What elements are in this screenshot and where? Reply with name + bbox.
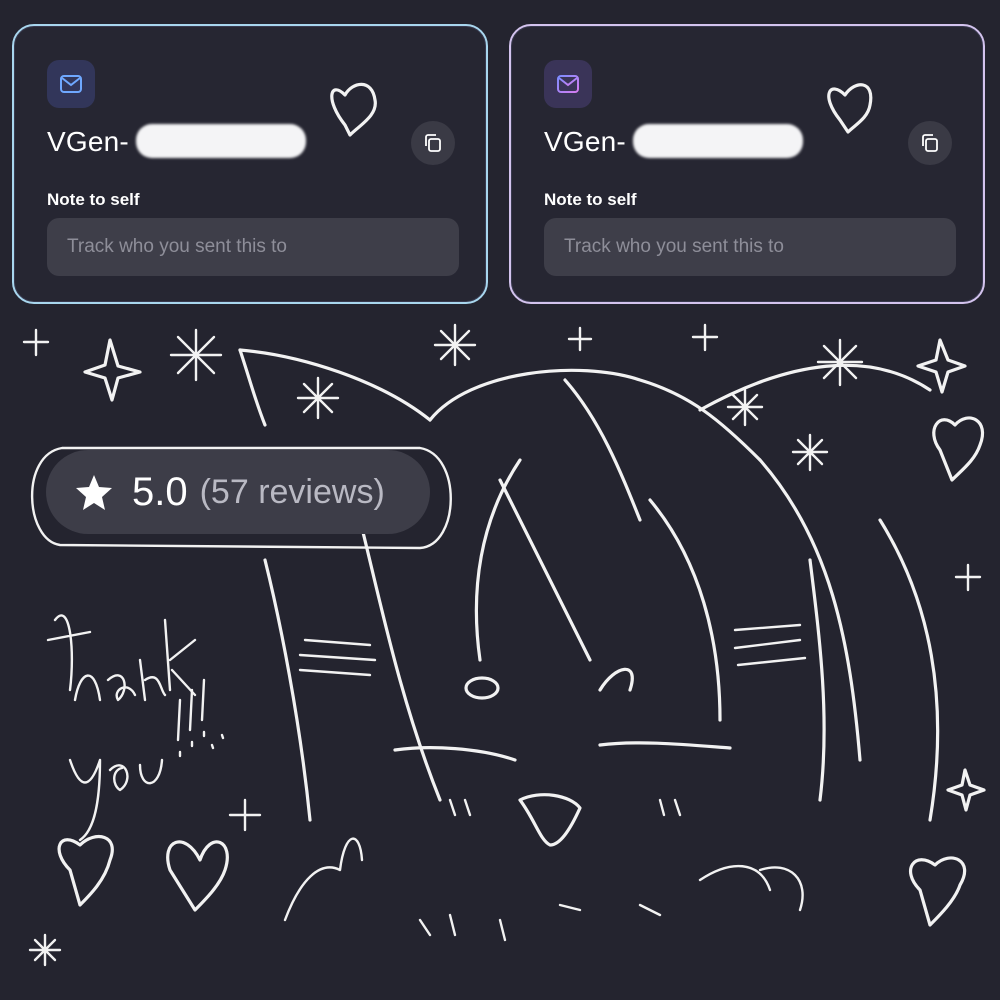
- mail-icon: [47, 60, 95, 108]
- head-outline: [428, 368, 762, 462]
- sparkle: [726, 388, 764, 427]
- cat-ear: [238, 348, 432, 422]
- note-label: Note to self: [47, 190, 140, 209]
- heart-doodle: [932, 416, 984, 482]
- mail-icon: [544, 60, 592, 108]
- claws: [418, 903, 662, 942]
- hair: [878, 518, 940, 822]
- sparkle: [791, 433, 829, 472]
- rating-value: 5.0: [132, 469, 188, 514]
- hair: [648, 498, 722, 722]
- hair: [758, 458, 862, 762]
- handwriting-thank-you: [46, 614, 197, 702]
- heart-doodle: [166, 840, 229, 912]
- card-title: VGen-: [47, 126, 129, 157]
- sparkle: [954, 563, 982, 592]
- heart-doodle: [908, 856, 967, 927]
- sparkle: [83, 338, 142, 402]
- hair: [474, 458, 522, 662]
- sparkle: [22, 328, 50, 357]
- copy-button[interactable]: [411, 121, 455, 165]
- rating-badge: 5.0 (57 reviews): [46, 450, 430, 534]
- sparkle: [691, 323, 719, 352]
- cat-ear: [698, 363, 932, 412]
- mouth: [518, 793, 582, 847]
- sticker-card-1: VGen- Note to self: [12, 24, 488, 304]
- note-label: Note to self: [544, 190, 637, 209]
- note-input[interactable]: [544, 218, 956, 276]
- cat-ear: [238, 348, 267, 427]
- bandage: [733, 623, 807, 667]
- bandage: [298, 638, 377, 677]
- redacted-code: [633, 124, 803, 158]
- sparkle: [169, 328, 223, 382]
- sparkle: [228, 798, 262, 832]
- blush: [448, 798, 682, 817]
- copy-button[interactable]: [908, 121, 952, 165]
- claws: [283, 837, 804, 922]
- hair: [563, 378, 642, 522]
- eyelash: [393, 741, 732, 762]
- hair: [263, 558, 312, 822]
- star-icon: [76, 475, 112, 510]
- eye: [598, 667, 634, 692]
- sticker-card-2: VGen- Note to self: [509, 24, 985, 304]
- handwriting-thank-you: [68, 678, 225, 842]
- eye: [464, 676, 500, 700]
- sparkle: [28, 933, 62, 967]
- hair: [808, 558, 826, 802]
- sparkle: [946, 768, 986, 812]
- redacted-code: [136, 124, 306, 158]
- note-input[interactable]: [47, 218, 459, 276]
- copy-icon: [922, 134, 938, 152]
- review-count: (57 reviews): [199, 472, 385, 511]
- hair: [358, 518, 442, 802]
- heart-doodle: [57, 835, 114, 907]
- copy-icon: [425, 134, 441, 152]
- sparkle: [296, 376, 340, 420]
- hair: [498, 478, 592, 662]
- sparkle: [916, 338, 967, 394]
- sparkle: [433, 323, 477, 367]
- card-title: VGen-: [544, 126, 626, 157]
- sparkle: [816, 338, 864, 387]
- sparkle: [567, 326, 593, 352]
